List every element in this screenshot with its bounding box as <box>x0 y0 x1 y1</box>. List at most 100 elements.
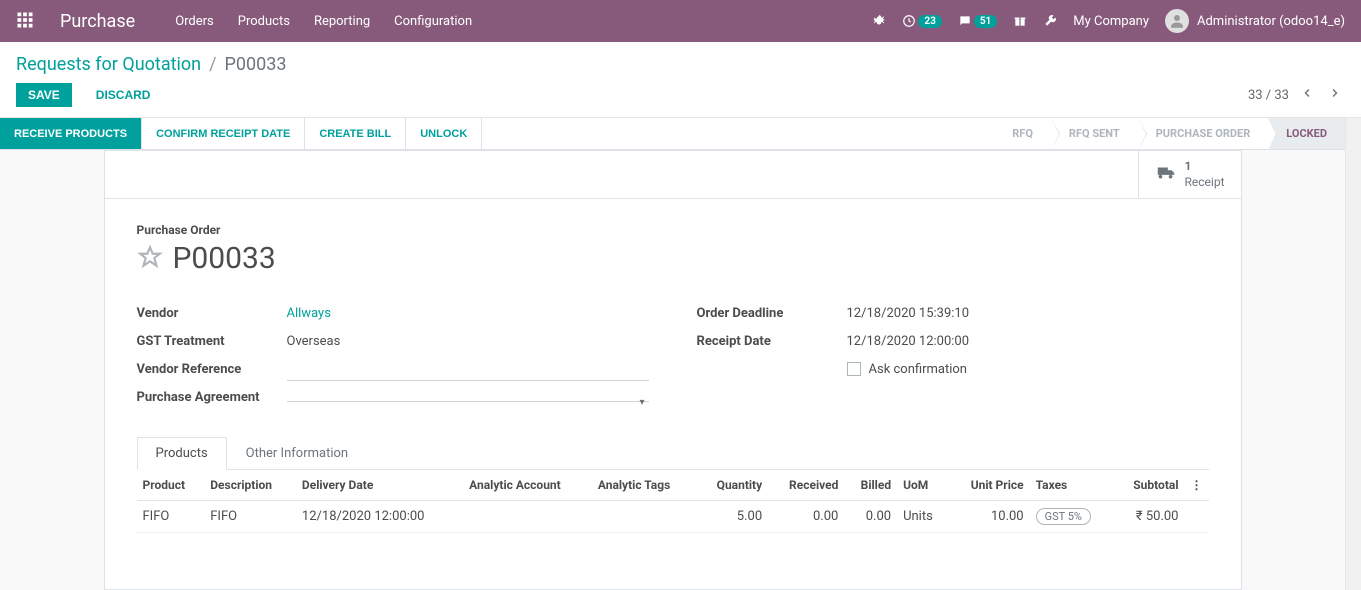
gst-value: Overseas <box>287 334 649 349</box>
receipt-date-value: 12/18/2020 12:00:00 <box>847 334 1209 349</box>
button-box: 1 Receipt <box>105 151 1241 199</box>
step-purchase-order[interactable]: PURCHASE ORDER <box>1138 118 1269 149</box>
pager: 33 / 33 <box>1248 83 1345 107</box>
star-icon[interactable] <box>137 244 163 274</box>
step-rfq-sent[interactable]: RFQ SENT <box>1051 118 1138 149</box>
scrollbar-2[interactable] <box>1345 150 1361 590</box>
field-vendor-ref: Vendor Reference <box>137 356 649 382</box>
stat-label: Receipt <box>1185 175 1225 191</box>
company-name[interactable]: My Company <box>1073 14 1149 29</box>
th-analytic-tags[interactable]: Analytic Tags <box>592 470 697 501</box>
form-sheet-wrap: 1 Receipt Purchase Order P00033 Ve <box>0 150 1345 590</box>
ask-conf-label: Ask confirmation <box>869 362 968 377</box>
th-received[interactable]: Received <box>768 470 844 501</box>
nav-reporting[interactable]: Reporting <box>314 14 370 29</box>
tax-badge: GST 5% <box>1036 508 1091 525</box>
content-area: 1 Receipt Purchase Order P00033 Ve <box>0 150 1361 590</box>
sheet-body: Purchase Order P00033 Vendor Allways <box>105 199 1241 557</box>
cell-delivery[interactable]: 12/18/2020 12:00:00 <box>296 501 463 533</box>
th-analytic-account[interactable]: Analytic Account <box>463 470 592 501</box>
record-title: P00033 <box>173 241 276 276</box>
cell-unit-price[interactable]: 10.00 <box>949 501 1030 533</box>
breadcrumb: Requests for Quotation / P00033 <box>16 54 1345 75</box>
cell-analytic-tags[interactable] <box>592 501 697 533</box>
pager-next[interactable] <box>1325 83 1345 107</box>
vendor-value[interactable]: Allways <box>287 306 649 321</box>
cell-subtotal[interactable]: ₹ 50.00 <box>1113 501 1184 533</box>
th-quantity[interactable]: Quantity <box>697 470 768 501</box>
nav-configuration[interactable]: Configuration <box>394 14 472 29</box>
nav-products[interactable]: Products <box>238 14 290 29</box>
deadline-label: Order Deadline <box>697 306 847 321</box>
breadcrumb-current: P00033 <box>225 54 287 75</box>
chat-badge-count: 51 <box>974 15 997 28</box>
field-deadline: Order Deadline 12/18/2020 15:39:10 <box>697 300 1209 326</box>
th-kebab[interactable]: ⋮ <box>1185 470 1209 501</box>
cell-quantity[interactable]: 5.00 <box>697 501 768 533</box>
app-brand[interactable]: Purchase <box>60 11 135 32</box>
order-lines-table: Product Description Delivery Date Analyt… <box>137 470 1209 533</box>
wrench-icon[interactable] <box>1043 14 1057 28</box>
gst-label: GST Treatment <box>137 334 287 349</box>
chat-badge[interactable]: 51 <box>958 14 997 28</box>
create-bill-button[interactable]: CREATE BILL <box>305 118 406 149</box>
vendor-ref-input[interactable] <box>287 357 649 381</box>
unlock-button[interactable]: UNLOCK <box>406 118 482 149</box>
tab-products[interactable]: Products <box>137 437 227 470</box>
th-taxes[interactable]: Taxes <box>1030 470 1114 501</box>
apps-icon[interactable] <box>16 11 36 31</box>
clock-badge-count: 23 <box>918 15 941 28</box>
step-locked[interactable]: LOCKED <box>1268 118 1345 149</box>
cell-received[interactable]: 0.00 <box>768 501 844 533</box>
control-panel: Requests for Quotation / P00033 SAVE DIS… <box>0 42 1361 118</box>
receipt-stat-button[interactable]: 1 Receipt <box>1138 151 1241 198</box>
th-delivery[interactable]: Delivery Date <box>296 470 463 501</box>
th-product[interactable]: Product <box>137 470 205 501</box>
table-row[interactable]: FIFO FIFO 12/18/2020 12:00:00 5.00 0.00 … <box>137 501 1209 533</box>
save-button[interactable]: SAVE <box>16 83 72 107</box>
field-col-right: Order Deadline 12/18/2020 15:39:10 Recei… <box>697 300 1209 412</box>
table-header-row: Product Description Delivery Date Analyt… <box>137 470 1209 501</box>
th-uom[interactable]: UoM <box>897 470 949 501</box>
nav-orders[interactable]: Orders <box>175 14 214 29</box>
user-menu[interactable]: Administrator (odoo14_e) <box>1165 9 1345 33</box>
pager-text[interactable]: 33 / 33 <box>1248 88 1289 103</box>
breadcrumb-root[interactable]: Requests for Quotation <box>16 54 201 75</box>
clock-badge[interactable]: 23 <box>902 14 941 28</box>
step-rfq[interactable]: RFQ <box>994 118 1051 149</box>
confirm-receipt-date-button[interactable]: CONFIRM RECEIPT DATE <box>142 118 305 149</box>
cell-billed[interactable]: 0.00 <box>844 501 897 533</box>
th-unit-price[interactable]: Unit Price <box>949 470 1030 501</box>
ask-conf-checkbox[interactable] <box>847 362 861 376</box>
agreement-select[interactable] <box>287 393 649 402</box>
th-billed[interactable]: Billed <box>844 470 897 501</box>
statusbar-buttons: RECEIVE PRODUCTS CONFIRM RECEIPT DATE CR… <box>0 118 482 149</box>
discard-button[interactable]: DISCARD <box>84 83 163 107</box>
agreement-label: Purchase Agreement <box>137 390 287 405</box>
action-row: SAVE DISCARD 33 / 33 <box>16 83 1345 117</box>
pager-prev[interactable] <box>1297 83 1317 107</box>
th-subtotal[interactable]: Subtotal <box>1113 470 1184 501</box>
statusbar: RECEIVE PRODUCTS CONFIRM RECEIPT DATE CR… <box>0 118 1345 150</box>
topbar: Purchase Orders Products Reporting Confi… <box>0 0 1361 42</box>
tabs: Products Other Information <box>137 436 1209 470</box>
breadcrumb-sep: / <box>209 54 216 75</box>
bug-icon[interactable] <box>872 14 886 28</box>
gift-icon[interactable] <box>1013 14 1027 28</box>
stat-count: 1 <box>1185 159 1225 175</box>
field-cols: Vendor Allways GST Treatment Overseas Ve… <box>137 300 1209 412</box>
deadline-value: 12/18/2020 15:39:10 <box>847 306 1209 321</box>
tab-other-info[interactable]: Other Information <box>227 437 367 470</box>
cell-taxes[interactable]: GST 5% <box>1030 501 1114 533</box>
scrollbar[interactable] <box>1345 118 1361 150</box>
cell-uom[interactable]: Units <box>897 501 949 533</box>
nav-menu: Orders Products Reporting Configuration <box>175 14 472 29</box>
row-kebab[interactable] <box>1185 501 1209 533</box>
receive-products-button[interactable]: RECEIVE PRODUCTS <box>0 118 142 149</box>
cell-analytic-account[interactable] <box>463 501 592 533</box>
receipt-date-label: Receipt Date <box>697 334 847 349</box>
ask-conf-wrap: Ask confirmation <box>847 362 968 377</box>
cell-product[interactable]: FIFO <box>137 501 205 533</box>
th-description[interactable]: Description <box>204 470 296 501</box>
cell-description[interactable]: FIFO <box>204 501 296 533</box>
